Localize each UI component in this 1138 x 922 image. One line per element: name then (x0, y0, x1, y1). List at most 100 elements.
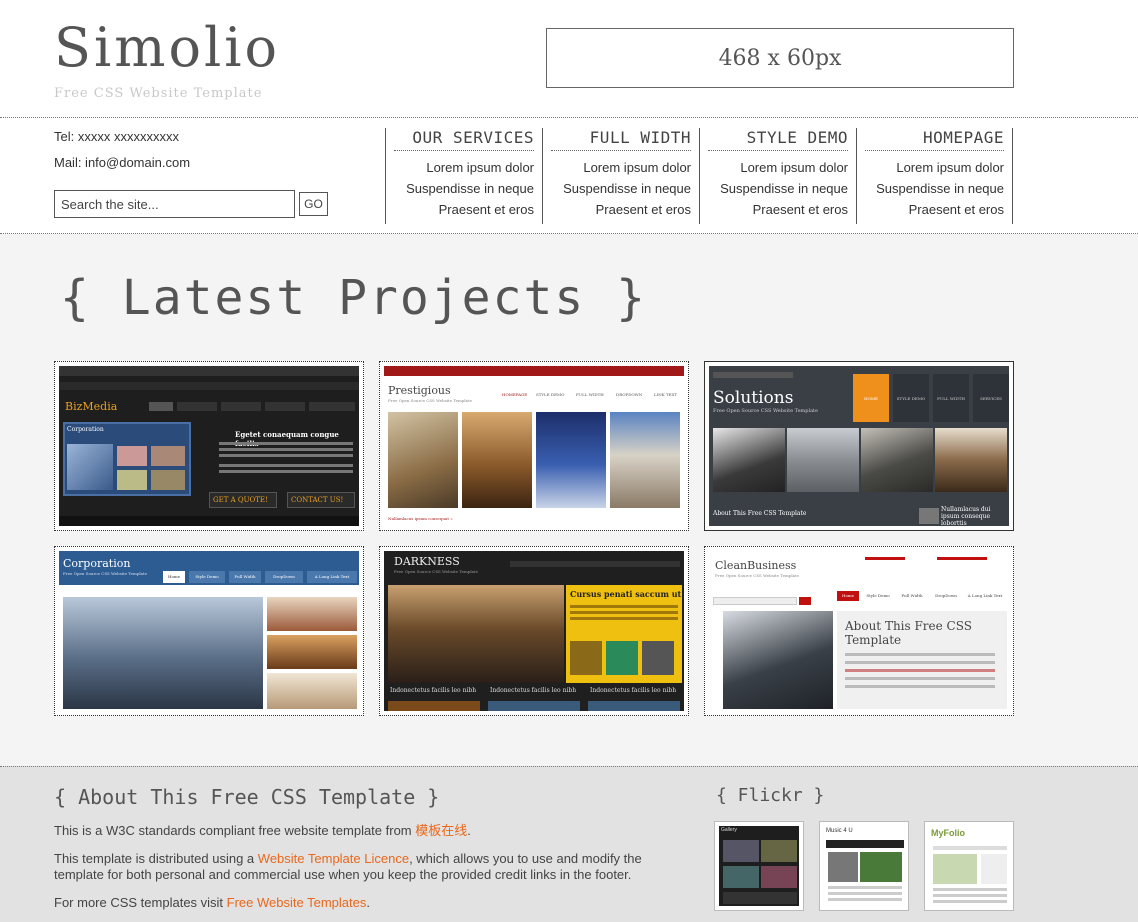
navigation-band: Tel: xxxxx xxxxxxxxxx Mail: info@domain.… (0, 117, 1138, 234)
project-thumb-prestigious[interactable]: Prestigious Free Open Source CSS Website… (379, 361, 689, 531)
nav-column-our-services: OUR SERVICES Lorem ipsum dolor Suspendis… (385, 128, 542, 224)
about-title: { About This Free CSS Template } (54, 785, 440, 809)
project-caption: Indonectetus facilis leo nibh (390, 687, 477, 694)
nav-heading-style-demo[interactable]: STYLE DEMO (708, 128, 848, 151)
site-logo[interactable]: Simolio (54, 16, 280, 79)
project-menu-item: A Long Link Text (967, 593, 1003, 598)
site-tagline: Free CSS Website Template (54, 86, 263, 101)
project-thumb-bizmedia[interactable]: BizMedia Corporation Egetet conaequam co… (54, 361, 364, 531)
nav-column-style-demo: STYLE DEMO Lorem ipsum dolor Suspendisse… (699, 128, 856, 224)
nav-link[interactable]: Suspendisse in neque (543, 178, 691, 199)
project-caption: About This Free CSS Template (713, 510, 807, 517)
project-contact-button: CONTACT US! (287, 492, 355, 508)
project-quote-button: GET A QUOTE! (209, 492, 277, 508)
project-name: CleanBusiness (715, 559, 797, 572)
project-menu-item: STYLE DEMO (893, 374, 929, 422)
project-thumb-solutions[interactable]: Solutions Free Open Source CSS Website T… (704, 361, 1014, 531)
search-input[interactable] (54, 190, 295, 218)
about-paragraph: This template is distributed using a Web… (54, 851, 654, 883)
nav-column-full-width: FULL WIDTH Lorem ipsum dolor Suspendisse… (542, 128, 699, 224)
flickr-thumb[interactable]: MyFolio (924, 821, 1014, 911)
project-menu-item: STYLE DEMO (536, 392, 565, 397)
project-caption: Indonectetus facilis leo nibh (490, 687, 577, 694)
flickr-thumb-label: Music 4 U (826, 828, 853, 834)
project-name: Corporation (63, 557, 131, 570)
project-menu-item: Style Demo (189, 571, 225, 583)
project-name: DARKNESS (394, 555, 460, 568)
project-screenshot: Prestigious Free Open Source CSS Website… (384, 366, 684, 526)
project-screenshot: Corporation Free Open Source CSS Website… (59, 551, 359, 711)
project-screenshot: DARKNESS Free Open Source CSS Website Te… (384, 551, 684, 711)
project-menu-item: Style Demo (866, 593, 890, 598)
nav-link[interactable]: Suspendisse in neque (386, 178, 534, 199)
project-menu-item: DropDown (265, 571, 303, 583)
nav-link[interactable]: Lorem ipsum dolor (386, 157, 534, 178)
text-span: This template is distributed using a (54, 851, 258, 866)
project-menu-item: Home (837, 591, 859, 601)
templates-link[interactable]: Free Website Templates (227, 895, 367, 910)
project-menu-item: FULL WIDTH (933, 374, 969, 422)
project-menu-item: DROPDOWN (616, 392, 643, 397)
text-span: For more CSS templates visit (54, 895, 227, 910)
section-title: { Latest Projects } (60, 270, 648, 326)
nav-link[interactable]: Praesent et eros (700, 199, 848, 220)
project-thumb-cleanbusiness[interactable]: CleanBusiness Free Open Source CSS Websi… (704, 546, 1014, 716)
nav-link[interactable]: Lorem ipsum dolor (543, 157, 691, 178)
project-heading: About This Free CSS Template (845, 619, 972, 647)
project-menu-item: Full Width (229, 571, 261, 583)
project-menu-item: HOME (853, 374, 889, 422)
project-heading: Egetet conaequam congue facilis (235, 430, 339, 448)
project-name: Solutions (713, 388, 794, 408)
nav-heading-homepage[interactable]: HOMEPAGE (865, 128, 1004, 151)
about-text: This is a W3C standards compliant free w… (54, 823, 654, 922)
about-paragraph: This is a W3C standards compliant free w… (54, 823, 654, 839)
nav-link[interactable]: Praesent et eros (386, 199, 534, 220)
flickr-title: { Flickr } (716, 785, 825, 806)
project-caption: Nullamlacus ipsum consequat » (388, 516, 453, 521)
project-caption: Indonectetus facilis leo nibh (590, 687, 677, 694)
project-box-label: Corporation (67, 426, 104, 433)
flickr-thumb[interactable]: Music 4 U (819, 821, 909, 911)
ad-banner[interactable]: 468 x 60px (546, 28, 1014, 88)
project-screenshot: CleanBusiness Free Open Source CSS Websi… (709, 551, 1009, 711)
nav-link[interactable]: Praesent et eros (543, 199, 691, 220)
project-subtitle: Free Open Source CSS Website Template (715, 573, 800, 578)
text-span: . (366, 895, 370, 910)
source-link[interactable]: 模板在线 (415, 823, 467, 838)
search-go-button[interactable]: GO (299, 192, 328, 216)
flickr-thumb-label: Gallery (721, 827, 737, 833)
nav-link[interactable]: Suspendisse in neque (857, 178, 1004, 199)
project-menu-item: LINK TEXT (654, 392, 678, 397)
project-menu-item: Full Width (901, 593, 923, 598)
project-menu-item: HOMEPAGE (502, 392, 528, 397)
contact-tel: Tel: xxxxx xxxxxxxxxx (54, 129, 179, 144)
project-subtitle: Free Open Source CSS Website Template (388, 398, 473, 403)
nav-heading-our-services[interactable]: OUR SERVICES (394, 128, 534, 151)
project-heading: Cursus penati saccum ut. (570, 589, 684, 599)
project-thumb-corporation[interactable]: Corporation Free Open Source CSS Website… (54, 546, 364, 716)
flickr-thumb-label: MyFolio (931, 828, 965, 838)
text-span: This is a W3C standards compliant free w… (54, 823, 416, 838)
project-subtitle: Free Open Source CSS Website Template (394, 569, 479, 574)
contact-mail: Mail: info@domain.com (54, 155, 191, 170)
project-side-note: Nullamlacus dui ipsum conseque loborttis (941, 506, 991, 526)
nav-link[interactable]: Suspendisse in neque (700, 178, 848, 199)
project-thumb-darkness[interactable]: DARKNESS Free Open Source CSS Website Te… (379, 546, 689, 716)
project-name: BizMedia (65, 400, 118, 413)
project-screenshot: BizMedia Corporation Egetet conaequam co… (59, 366, 359, 526)
project-name: Prestigious (388, 384, 451, 397)
nav-link[interactable]: Lorem ipsum dolor (857, 157, 1004, 178)
nav-heading-full-width[interactable]: FULL WIDTH (551, 128, 691, 151)
project-menu-item: DropDown (935, 593, 957, 598)
about-paragraph: For more CSS templates visit Free Websit… (54, 895, 654, 911)
project-subtitle: Free Open Source CSS Website Template (63, 571, 148, 576)
licence-link[interactable]: Website Template Licence (258, 851, 409, 866)
nav-link[interactable]: Lorem ipsum dolor (700, 157, 848, 178)
footer: { About This Free CSS Template } This is… (0, 766, 1138, 922)
nav-column-homepage: HOMEPAGE Lorem ipsum dolor Suspendisse i… (856, 128, 1013, 224)
nav-link[interactable]: Praesent et eros (857, 199, 1004, 220)
flickr-thumb[interactable]: Gallery (714, 821, 804, 911)
contact-info: Tel: xxxxx xxxxxxxxxx Mail: info@domain.… (54, 128, 190, 180)
project-screenshot: Solutions Free Open Source CSS Website T… (709, 366, 1009, 526)
project-subtitle: Free Open Source CSS Website Template (713, 408, 819, 414)
